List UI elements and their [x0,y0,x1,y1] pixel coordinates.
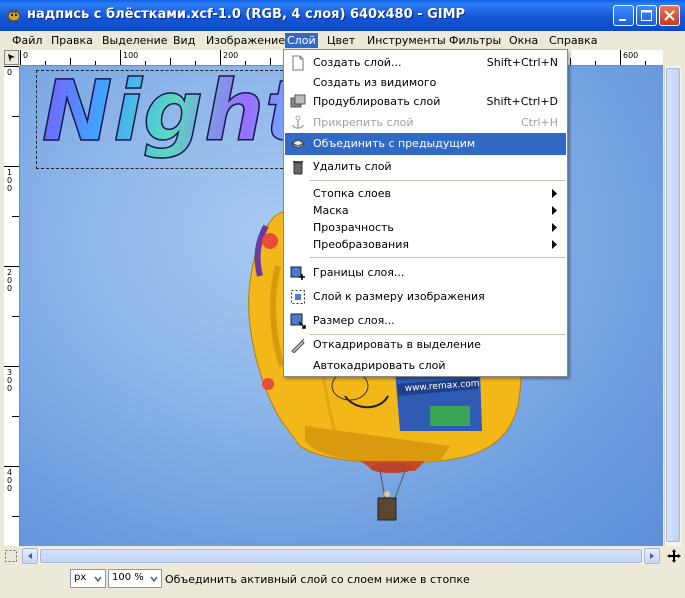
horizontal-scroll-thumb[interactable] [40,549,642,563]
trash-icon [293,161,303,175]
zoom-value: 100 % [112,572,144,583]
menubar: Файл Правка Выделение Вид Изображение Сл… [0,31,685,49]
menu-item-label: Объединить с предыдущим [313,137,476,150]
close-button[interactable] [659,5,680,26]
layer-boundary-icon [290,266,305,280]
gimp-app-icon [7,9,21,22]
menu-item-layer-boundary[interactable]: Границы слоя... [285,262,566,284]
crop-icon [291,338,305,353]
menu-item-delete-layer[interactable]: Удалить слой [285,156,566,178]
maximize-icon [641,10,652,21]
menu-layer[interactable]: Слой [285,33,318,48]
maximize-button[interactable] [636,5,657,26]
title-bar: надпись с блёстками.xcf-1.0 (RGB, 4 слоя… [0,0,685,31]
menu-item-shortcut: Ctrl+H [520,116,558,129]
chevron-down-icon [150,576,158,583]
ruler-top-tick-0: 0 [23,51,29,60]
zoom-select[interactable]: 100 % [108,569,162,588]
menu-item-transform[interactable]: Преобразования [285,234,566,256]
menu-item-label: Создать слой... [313,56,402,69]
close-icon [664,10,675,21]
status-bar: px 100 % Объединить активный слой со сло… [0,566,685,598]
submenu-arrow-icon [552,240,557,249]
ruler-top-tick-600: 600 [623,51,639,60]
arrow-right-icon [650,553,654,559]
menu-tools[interactable]: Инструменты [365,33,448,48]
status-message: Объединить активный слой со слоем ниже в… [165,573,470,586]
menu-item-label: Автокадрировать слой [313,359,446,372]
layer-to-image-size-icon [291,290,305,304]
minimize-button[interactable] [613,5,634,26]
ruler-corner-button[interactable] [4,50,19,65]
submenu-arrow-icon [552,206,557,215]
merge-down-icon [290,139,306,149]
menu-item-label: Продублировать слой [313,95,441,108]
menu-item-label: Размер слоя... [313,314,395,327]
submenu-arrow-icon [552,223,557,232]
menu-item-label: Границы слоя... [313,266,405,279]
ruler-top-tick-100: 100 [123,51,139,60]
new-layer-icon [292,55,304,71]
menu-item-shortcut: Shift+Ctrl+D [486,95,558,108]
menu-item-new-layer[interactable]: Создать слой... Shift+Ctrl+N [285,52,566,74]
ruler-left-tick-200: 200 [7,268,13,293]
horizontal-scroll-row [0,547,685,565]
menu-edit[interactable]: Правка [49,33,95,48]
arrow-icon [8,54,15,62]
menu-item-crop-to-selection[interactable]: Откадрировать в выделение [285,334,566,356]
unit-select[interactable]: px [70,569,106,588]
layer-menu-dropdown: Создать слой... Shift+Ctrl+N Создать из … [283,49,568,377]
ruler-left-tick-300: 300 [7,368,13,393]
navigate-icon[interactable] [666,548,682,564]
chevron-down-icon [94,576,102,583]
menu-item-duplicate-layer[interactable]: Продублировать слой Shift+Ctrl+D [285,91,566,113]
menu-item-layer-to-image-size[interactable]: Слой к размеру изображения [285,286,566,308]
menu-separator [310,180,566,181]
duplicate-layer-icon [290,94,306,108]
unit-value: px [74,572,87,583]
canvas-text-layer: Night [41,66,306,161]
menu-help[interactable]: Справка [547,33,599,48]
menu-filters[interactable]: Фильтры [447,33,503,48]
quick-mask-toggle-icon[interactable] [3,548,19,564]
menu-item-merge-down[interactable]: Объединить с предыдущим [285,133,566,155]
menu-item-label: Преобразования [313,238,410,251]
ruler-top-tick-200: 200 [223,51,239,60]
menu-item-label: Маска [313,204,349,217]
menu-item-label: Создать из видимого [313,76,437,89]
horizontal-scrollbar[interactable] [22,548,660,564]
scroll-right-button[interactable] [644,548,660,564]
vertical-scroll-thumb[interactable] [666,68,680,542]
menu-image[interactable]: Изображение [204,33,287,48]
menu-separator [310,257,566,258]
menu-select[interactable]: Выделение [100,33,170,48]
ruler-left-tick-400: 400 [7,468,13,493]
menu-item-anchor-layer[interactable]: Прикрепить слой Ctrl+H [285,112,566,134]
minimize-icon [619,19,626,21]
arrow-left-icon [28,553,32,559]
menu-item-autocrop-layer[interactable]: Автокадрировать слой [285,355,566,377]
menu-view[interactable]: Вид [171,33,197,48]
menu-item-shortcut: Shift+Ctrl+N [486,56,558,69]
menu-item-scale-layer[interactable]: Размер слоя... [285,310,566,332]
ruler-right-corner [664,50,681,65]
menu-colors[interactable]: Цвет [325,33,357,48]
submenu-arrow-icon [552,189,557,198]
scroll-left-button[interactable] [22,548,38,564]
ruler-left-tick-0: 0 [7,68,13,77]
ruler-left-tick-100: 100 [7,168,13,193]
vertical-scrollbar[interactable] [664,66,681,546]
menu-item-label: Прикрепить слой [313,116,414,129]
anchor-icon [292,115,304,129]
menu-item-label: Откадрировать в выделение [313,338,481,351]
window-title: надпись с блёстками.xcf-1.0 (RGB, 4 слоя… [27,7,466,22]
menu-item-label: Прозрачность [313,221,394,234]
scale-layer-icon [290,313,306,329]
menu-item-label: Удалить слой [313,160,392,173]
menu-windows[interactable]: Окна [507,33,540,48]
menu-file[interactable]: Файл [10,33,44,48]
vertical-ruler[interactable]: 0 100 200 300 400 [4,66,20,546]
menu-item-label: Стопка слоев [313,187,391,200]
menu-item-label: Слой к размеру изображения [313,290,485,303]
